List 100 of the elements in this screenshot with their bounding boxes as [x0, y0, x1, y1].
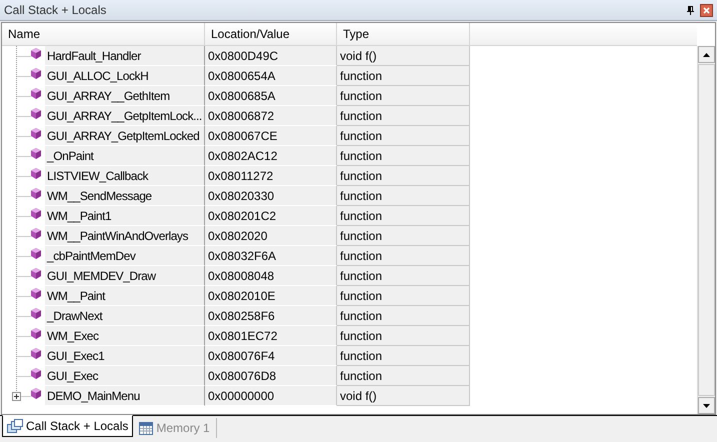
location-value: 0x080076F4: [205, 346, 337, 366]
tree-connector: [16, 146, 31, 166]
function-name: _DrawNext: [45, 306, 205, 326]
function-cube-icon: [31, 308, 41, 319]
tree-connector: [16, 326, 31, 346]
location-value: 0x0802010E: [205, 286, 337, 306]
function-name: GUI_MEMDEV_Draw: [45, 266, 205, 286]
function-cube-icon: [31, 108, 41, 119]
location-value: 0x0802020: [205, 226, 337, 246]
function-cube-icon: [31, 268, 41, 279]
function-cube-icon: [31, 328, 41, 339]
tree-connector: [16, 286, 31, 306]
tree-connector: [16, 206, 31, 226]
tree-connector: [16, 86, 31, 106]
function-cube-icon: [31, 168, 41, 179]
type-cell: function: [337, 106, 470, 126]
location-value: 0x080201C2: [205, 206, 337, 226]
function-cube-icon: [31, 68, 41, 79]
function-cube-icon: [31, 128, 41, 139]
location-value: 0x0800654A: [205, 66, 337, 86]
type-cell: function: [337, 166, 470, 186]
expand-toggle[interactable]: [12, 392, 21, 401]
type-cell: function: [337, 286, 470, 306]
tree-connector: [16, 106, 31, 126]
function-name: LISTVIEW_Callback: [45, 166, 205, 186]
function-cube-icon: [31, 228, 41, 239]
location-value: 0x080067CE: [205, 126, 337, 146]
tree-connector: [16, 66, 31, 86]
location-value: 0x0800685A: [205, 86, 337, 106]
function-name: HardFault_Handler: [45, 46, 205, 66]
memory-grid-icon: [139, 422, 154, 434]
function-name: GUI_ARRAY__GetpItemLock...: [45, 106, 205, 126]
type-cell: function: [337, 326, 470, 346]
type-cell: function: [337, 266, 470, 286]
type-cell: function: [337, 206, 470, 226]
close-button[interactable]: [700, 4, 713, 16]
function-name: _OnPaint: [45, 146, 205, 166]
function-cube-icon: [31, 88, 41, 99]
location-value: 0x08006872: [205, 106, 337, 126]
location-value: 0x00000000: [205, 386, 337, 406]
location-value: 0x0800D49C: [205, 46, 337, 66]
function-name: WM__PaintWinAndOverlays: [45, 226, 205, 246]
function-name: WM__Paint: [45, 286, 205, 306]
function-cube-icon: [31, 48, 41, 59]
scroll-down-button[interactable]: [698, 397, 715, 414]
close-icon: [703, 6, 710, 14]
tree-connector: [16, 126, 31, 146]
column-header[interactable]: Type: [337, 23, 470, 45]
type-cell: function: [337, 126, 470, 146]
tree-connector: [16, 246, 31, 266]
function-name: _cbPaintMemDev: [45, 246, 205, 266]
call-stack-icon: [7, 419, 23, 433]
tab[interactable]: Call Stack + Locals: [2, 415, 134, 437]
function-cube-icon: [31, 248, 41, 259]
function-cube-icon: [31, 388, 41, 399]
window-title: Call Stack + Locals: [4, 2, 106, 19]
location-value: 0x08032F6A: [205, 246, 337, 266]
type-cell: function: [337, 86, 470, 106]
location-value: 0x0801EC72: [205, 326, 337, 346]
function-name: WM__Paint1: [45, 206, 205, 226]
type-cell: function: [337, 66, 470, 86]
function-name: WM__SendMessage: [45, 186, 205, 206]
function-name: GUI_ARRAY_GetpItemLocked: [45, 126, 205, 146]
type-cell: void f(): [337, 46, 470, 66]
function-cube-icon: [31, 368, 41, 379]
tree-connector: [16, 186, 31, 206]
tree-connector: [16, 46, 31, 66]
column-header[interactable]: Location/Value: [205, 23, 337, 45]
down-arrow-icon: [703, 404, 710, 408]
function-cube-icon: [31, 348, 41, 359]
location-value: 0x08008048: [205, 266, 337, 286]
location-value: 0x080076D8: [205, 366, 337, 386]
function-name: GUI_Exec1: [45, 346, 205, 366]
type-cell: function: [337, 366, 470, 386]
type-cell: function: [337, 146, 470, 166]
pin-icon[interactable]: [687, 6, 694, 14]
function-cube-icon: [31, 148, 41, 159]
up-arrow-icon: [703, 52, 710, 56]
type-cell: function: [337, 346, 470, 366]
type-cell: function: [337, 246, 470, 266]
function-name: GUI_ARRAY__GethItem: [45, 86, 205, 106]
tree-connector: [16, 346, 31, 366]
tree-connector: [16, 306, 31, 326]
type-cell: void f(): [337, 386, 470, 406]
column-header[interactable]: Name: [2, 23, 205, 45]
tree-connector: [16, 266, 31, 286]
function-cube-icon: [31, 188, 41, 199]
function-name: GUI_Exec: [45, 366, 205, 386]
function-cube-icon: [31, 208, 41, 219]
type-cell: function: [337, 306, 470, 326]
tree-connector: [16, 166, 31, 186]
type-cell: function: [337, 186, 470, 206]
location-value: 0x08020330: [205, 186, 337, 206]
location-value: 0x080258F6: [205, 306, 337, 326]
function-name: DEMO_MainMenu: [45, 386, 205, 406]
location-value: 0x08011272: [205, 166, 337, 186]
scroll-up-button[interactable]: [698, 46, 715, 63]
type-cell: function: [337, 226, 470, 246]
function-name: GUI_ALLOC_LockH: [45, 66, 205, 86]
tree-connector: [16, 226, 31, 246]
